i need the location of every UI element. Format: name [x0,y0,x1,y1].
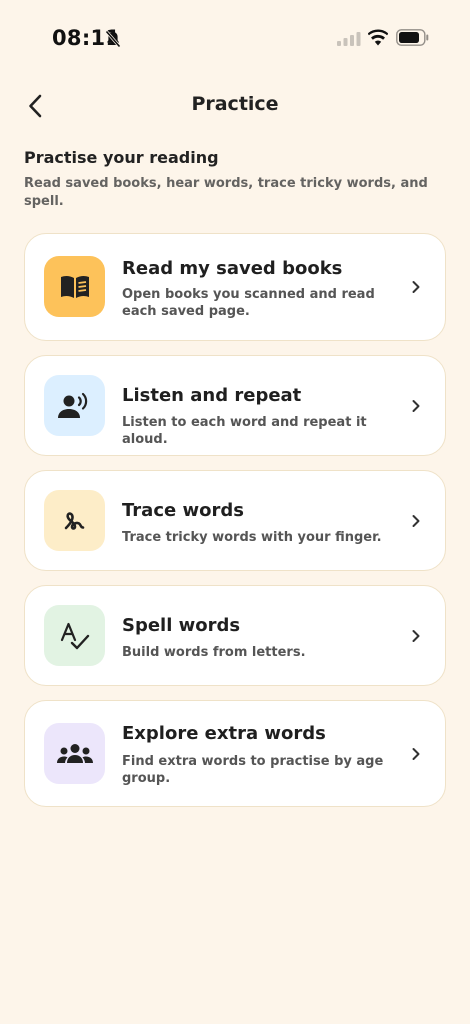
chevron-right-icon [412,400,420,412]
card-title: Listen and repeat [122,385,302,406]
chevron-right-icon [412,748,420,760]
chevron-right-icon [412,630,420,642]
chevron-right-icon [412,515,420,527]
muted-bell-icon [105,30,121,48]
card-icon-box [44,375,105,436]
battery-icon [396,29,429,46]
section-description: Read saved books, hear words, trace tric… [24,176,428,209]
card-title: Spell words [122,615,241,636]
card-explore-extra-words[interactable]: Explore extra words Find extra words to … [24,700,446,807]
card-icon-box [44,605,105,666]
card-trace-words[interactable]: Trace words Trace tricky words with your… [24,470,446,571]
card-description: Build words from letters. [122,645,306,660]
squiggle-icon [64,511,84,530]
card-icon-box [44,490,105,551]
card-title: Trace words [122,500,244,521]
spellcheck-icon [60,622,89,649]
card-description: Open books you scanned and read each sav… [122,287,375,319]
card-title: Read my saved books [122,258,343,279]
status-bar: 08:11 [0,0,470,78]
page-title: Practice [191,93,279,115]
card-description: Trace tricky words with your finger. [122,530,382,545]
card-listen-and-repeat[interactable]: Listen and repeat Listen to each word an… [24,355,446,456]
card-read-saved-books[interactable]: Read my saved books Open books you scann… [24,233,446,341]
speaking-person-icon [57,392,87,418]
card-description: Find extra words to practise by age grou… [122,754,384,786]
book-icon [60,275,89,298]
wifi-icon [368,29,388,46]
card-spell-words[interactable]: Spell words Build words from letters. [24,585,446,686]
group-icon [56,743,93,763]
cellular-signal-icon [337,32,361,46]
card-title: Explore extra words [122,723,326,744]
card-icon-box [44,256,105,317]
card-icon-box [44,723,105,784]
section-title: Practise your reading [24,148,219,167]
chevron-right-icon [412,281,420,293]
card-description: Listen to each word and repeat it aloud. [122,415,367,447]
practice-screen: 08:11 Practice Practise your reading Rea… [0,0,470,1024]
